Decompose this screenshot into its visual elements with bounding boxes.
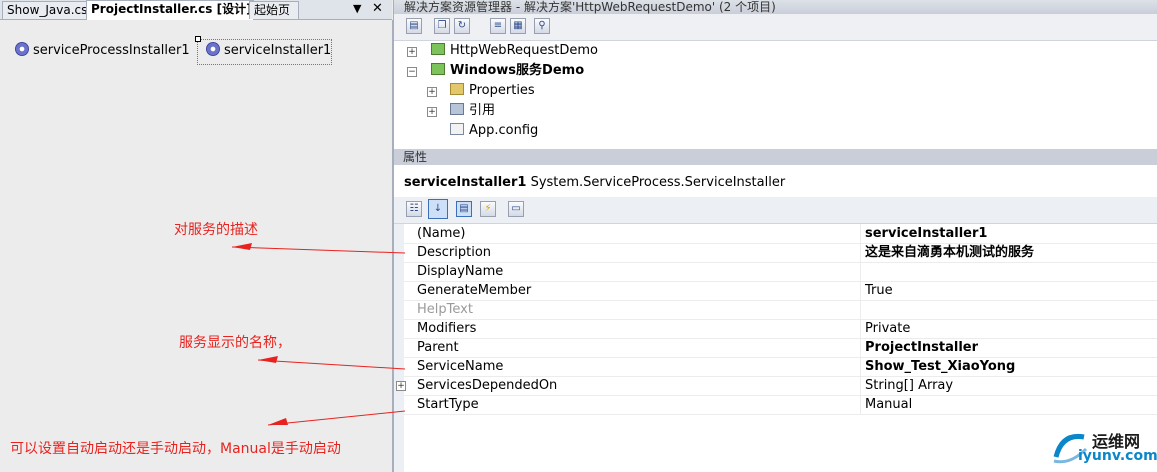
annotation-start-type: 可以设置自动启动还是手动启动，Manual是手动启动	[10, 441, 341, 457]
watermark-line2: iyunv.com	[1078, 448, 1157, 464]
arrow-starttype	[267, 410, 406, 426]
arrow-servicename	[257, 359, 406, 370]
arrow-description	[231, 246, 406, 254]
annotation-display-name: 服务显示的名称，	[179, 335, 291, 351]
annotation-description: 对服务的描述	[174, 222, 258, 238]
watermark-logo: 运维网 iyunv.com	[1050, 425, 1157, 469]
